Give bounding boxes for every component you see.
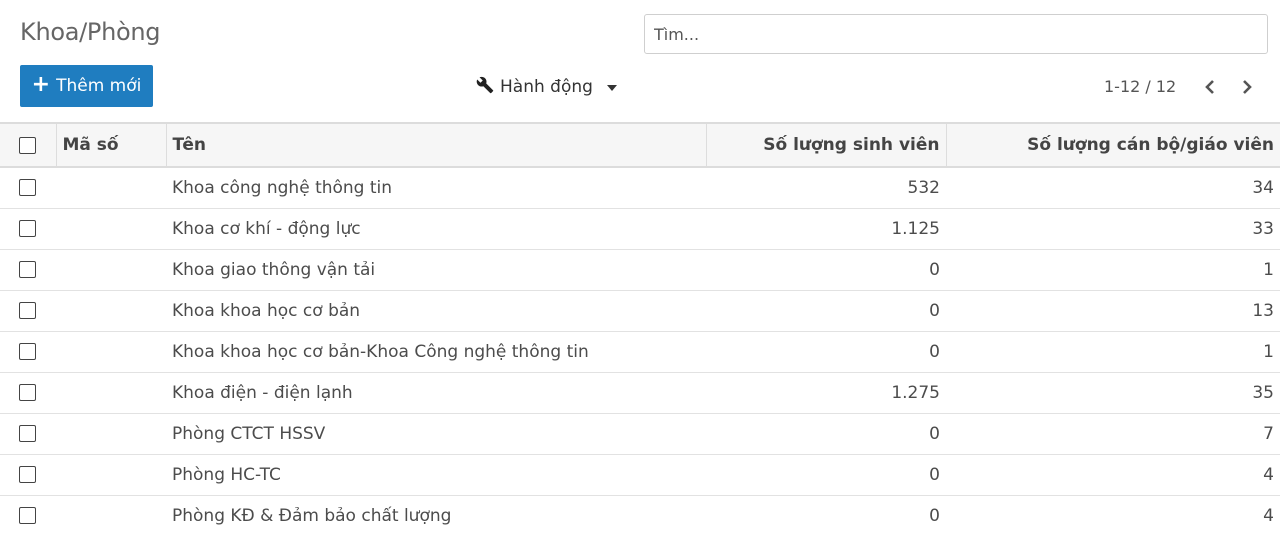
row-checkbox[interactable] bbox=[19, 179, 36, 197]
data-table: Mã số Tên Số lượng sinh viên Số lượng cá… bbox=[0, 122, 1280, 533]
cell-name: Khoa công nghệ thông tin bbox=[166, 167, 706, 209]
cell-students: 1.275 bbox=[706, 372, 946, 414]
table-row[interactable]: Khoa khoa học cơ bản 0 13 bbox=[0, 290, 1280, 332]
caret-down-icon bbox=[606, 85, 617, 91]
table-row[interactable]: Khoa cơ khí - động lực 1.125 33 bbox=[0, 208, 1280, 250]
cell-students: 0 bbox=[706, 495, 946, 533]
cell-students: 0 bbox=[706, 290, 946, 332]
row-select-cell[interactable] bbox=[0, 208, 56, 250]
table-row[interactable]: Khoa điện - điện lạnh 1.275 35 bbox=[0, 372, 1280, 414]
row-checkbox[interactable] bbox=[19, 425, 36, 442]
row-select-cell[interactable] bbox=[0, 454, 56, 496]
cell-code bbox=[56, 495, 166, 533]
cell-name: Khoa điện - điện lạnh bbox=[166, 372, 706, 414]
cell-staff: 7 bbox=[946, 413, 1280, 455]
column-header-students[interactable]: Số lượng sinh viên bbox=[705, 124, 946, 168]
cell-name: Phòng HC-TC bbox=[166, 454, 706, 496]
cell-name: Khoa giao thông vận tải bbox=[166, 249, 706, 291]
cell-name: Khoa cơ khí - động lực bbox=[166, 208, 706, 250]
row-select-cell[interactable] bbox=[0, 167, 56, 209]
wrench-icon bbox=[476, 76, 494, 99]
add-new-label: Thêm mới bbox=[56, 76, 142, 96]
cell-staff: 1 bbox=[946, 249, 1280, 291]
cell-code bbox=[56, 454, 166, 496]
cell-students: 0 bbox=[706, 413, 946, 455]
table-header-row: Mã số Tên Số lượng sinh viên Số lượng cá… bbox=[0, 124, 1280, 168]
row-select-cell[interactable] bbox=[0, 372, 56, 414]
cell-code bbox=[56, 249, 166, 291]
cell-students: 0 bbox=[706, 331, 946, 373]
table-row[interactable]: Phòng KĐ & Đảm bảo chất lượng 0 4 bbox=[0, 495, 1280, 533]
row-checkbox[interactable] bbox=[19, 466, 36, 483]
table-row[interactable]: Phòng HC-TC 0 4 bbox=[0, 454, 1280, 496]
action-label: Hành động bbox=[500, 77, 593, 97]
cell-staff: 34 bbox=[946, 167, 1280, 209]
action-dropdown[interactable]: Hành động bbox=[476, 74, 617, 100]
cell-name: Khoa khoa học cơ bản-Khoa Công nghệ thôn… bbox=[166, 331, 706, 373]
cell-code bbox=[56, 413, 166, 455]
column-header-code[interactable]: Mã số bbox=[55, 124, 166, 168]
row-select-cell[interactable] bbox=[0, 249, 56, 291]
cell-staff: 13 bbox=[946, 290, 1280, 332]
row-select-cell[interactable] bbox=[0, 413, 56, 455]
select-all-cell[interactable] bbox=[0, 124, 56, 168]
cell-name: Phòng KĐ & Đảm bảo chất lượng bbox=[166, 495, 706, 533]
table-row[interactable]: Khoa giao thông vận tải 0 1 bbox=[0, 249, 1280, 291]
cell-name: Phòng CTCT HSSV bbox=[166, 413, 706, 455]
plus-icon: + bbox=[31, 72, 51, 97]
row-select-cell[interactable] bbox=[0, 290, 56, 332]
cell-staff: 35 bbox=[946, 372, 1280, 414]
cell-students: 532 bbox=[706, 167, 946, 209]
select-all-checkbox[interactable] bbox=[19, 136, 36, 154]
row-checkbox[interactable] bbox=[19, 384, 36, 401]
cell-code bbox=[56, 167, 166, 209]
row-checkbox[interactable] bbox=[19, 302, 36, 319]
cell-staff: 4 bbox=[946, 495, 1280, 533]
row-select-cell[interactable] bbox=[0, 495, 56, 533]
cell-staff: 1 bbox=[946, 331, 1280, 373]
cell-students: 1.125 bbox=[706, 208, 946, 250]
cell-name: Khoa khoa học cơ bản bbox=[166, 290, 706, 332]
cell-staff: 4 bbox=[946, 454, 1280, 496]
row-select-cell[interactable] bbox=[0, 331, 56, 373]
pager-value: 1-12 / 12 bbox=[1104, 77, 1177, 96]
add-new-button[interactable]: + Thêm mới bbox=[20, 65, 153, 107]
row-checkbox[interactable] bbox=[19, 507, 36, 524]
search-input[interactable] bbox=[644, 14, 1268, 54]
column-header-name[interactable]: Tên bbox=[165, 124, 706, 168]
table-row[interactable]: Phòng CTCT HSSV 0 7 bbox=[0, 413, 1280, 455]
column-header-staff[interactable]: Số lượng cán bộ/giáo viên bbox=[945, 124, 1280, 168]
row-checkbox[interactable] bbox=[19, 261, 36, 278]
cell-students: 0 bbox=[706, 454, 946, 496]
row-checkbox[interactable] bbox=[19, 343, 36, 360]
cell-code bbox=[56, 331, 166, 373]
page-title: Khoa/Phòng bbox=[20, 18, 161, 46]
cell-staff: 33 bbox=[946, 208, 1280, 250]
table-row[interactable]: Khoa khoa học cơ bản-Khoa Công nghệ thôn… bbox=[0, 331, 1280, 373]
row-checkbox[interactable] bbox=[19, 220, 36, 237]
cell-code bbox=[56, 372, 166, 414]
chevron-right-icon[interactable] bbox=[1236, 74, 1258, 100]
chevron-left-icon[interactable] bbox=[1199, 74, 1221, 100]
cell-students: 0 bbox=[706, 249, 946, 291]
cell-code bbox=[56, 290, 166, 332]
cell-code bbox=[56, 208, 166, 250]
table-row[interactable]: Khoa công nghệ thông tin 532 34 bbox=[0, 167, 1280, 209]
